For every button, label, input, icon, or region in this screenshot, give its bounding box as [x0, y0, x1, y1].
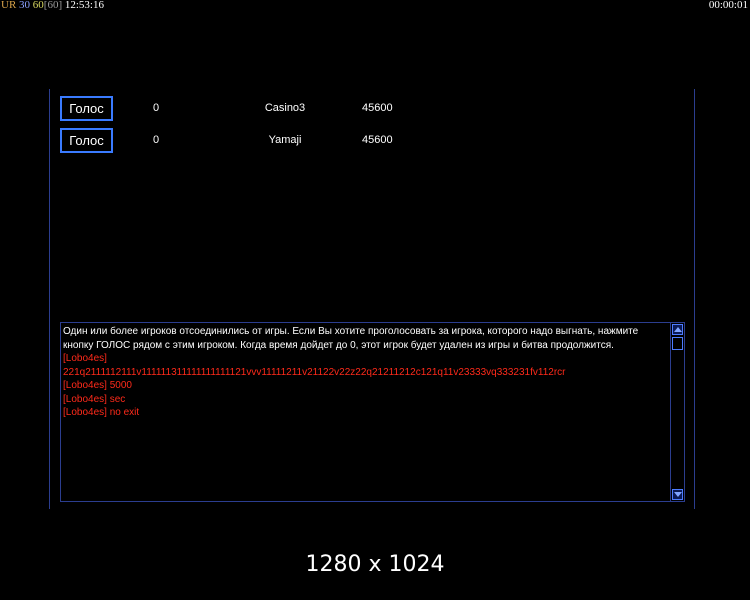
scroll-thumb[interactable] [672, 337, 683, 350]
chat-message: [Lobo4es] 5000 [63, 380, 132, 391]
resolution-label: 1280 x 1024 [305, 552, 445, 577]
ur-label: UR [1, 0, 17, 11]
chat-message: [Lobo4es] [63, 353, 107, 364]
player-name: Casino3 [264, 102, 306, 114]
player-row: Голос 0 Casino3 45600 [60, 96, 660, 126]
chat-message: [Lobo4es] no exit [63, 407, 140, 418]
chat-log[interactable]: Один или более игроков отсоединились от … [60, 322, 685, 502]
scroll-up-button[interactable] [672, 324, 683, 335]
fps-overlay: UR 30 60[60] 12:53:16 [1, 0, 104, 11]
vote-count: 0 [153, 102, 160, 114]
chat-message: 221q2111112111v111111311111111111121vvv1… [63, 366, 566, 378]
player-score: 45600 [362, 102, 393, 114]
game-timer: 00:00:01 [708, 0, 748, 11]
chat-scrollbar[interactable] [670, 323, 684, 501]
vote-button-casino3[interactable]: Голос [60, 96, 113, 121]
chat-text: Один или более игроков отсоединились от … [63, 325, 671, 499]
system-clock: 12:53:16 [64, 0, 104, 11]
system-message: Один или более игроков отсоединились от … [63, 326, 639, 351]
arrow-down-icon [673, 492, 682, 497]
arrow-up-icon [673, 327, 682, 332]
fps-value-a: 30 [19, 0, 31, 11]
fps-value-b: 60 [32, 0, 44, 11]
fps-bracket: [60] [43, 0, 63, 11]
player-score: 45600 [362, 134, 393, 146]
player-name: Yamaji [268, 134, 302, 146]
scroll-down-button[interactable] [672, 489, 683, 500]
player-row: Голос 0 Yamaji 45600 [60, 128, 660, 158]
vote-button-yamaji[interactable]: Голос [60, 128, 113, 153]
chat-message: [Lobo4es] sec [63, 393, 126, 405]
vote-count: 0 [153, 134, 160, 146]
